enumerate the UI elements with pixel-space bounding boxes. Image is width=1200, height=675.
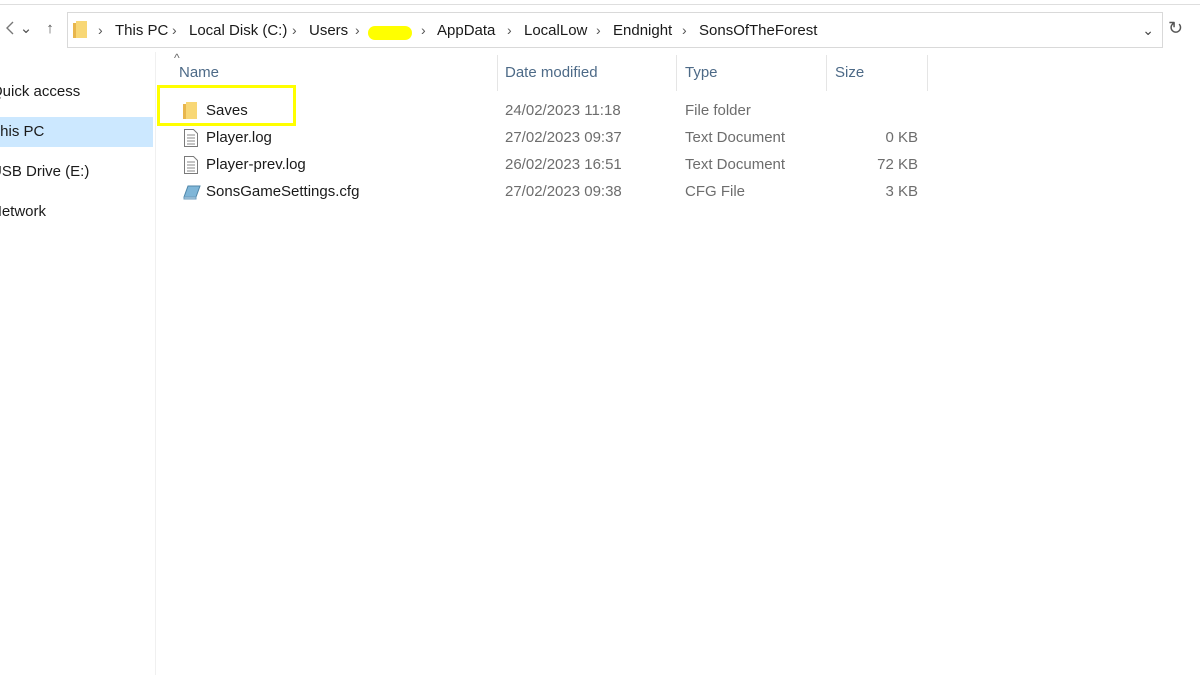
sidebar-item-quick-access[interactable]: Quick access: [0, 77, 153, 107]
breadcrumb-local-disk[interactable]: Local Disk (C:): [189, 22, 287, 39]
file-size: 3 KB: [885, 183, 918, 200]
column-header-date[interactable]: Date modified: [497, 55, 677, 91]
file-name: Player-prev.log: [206, 156, 306, 173]
file-name: Player.log: [206, 129, 272, 146]
breadcrumb-separator: ›: [292, 22, 297, 38]
breadcrumb-separator: ›: [98, 22, 103, 38]
folder-icon: [73, 21, 87, 39]
text-file-icon: [183, 156, 199, 174]
address-dropdown-icon[interactable]: ⌄: [1142, 22, 1154, 39]
file-row-player-prev-log[interactable]: Player-prev.log 26/02/2023 16:51 Text Do…: [155, 151, 930, 178]
file-type: CFG File: [685, 183, 745, 200]
column-header-type[interactable]: Type: [677, 55, 827, 91]
breadcrumb-locallow[interactable]: LocalLow: [524, 22, 587, 39]
breadcrumb-sonsoftheforest[interactable]: SonsOfTheForest: [699, 22, 817, 39]
address-row: ⌄ ↑ › This PC › Local Disk (C:) › Users …: [0, 5, 1200, 52]
chevron-down-icon[interactable]: ⌄: [16, 16, 36, 40]
breadcrumb-separator: ›: [172, 22, 177, 38]
file-date: 24/02/2023 11:18: [505, 102, 621, 119]
sidebar-item-network[interactable]: Network: [0, 197, 153, 227]
breadcrumb-appdata[interactable]: AppData: [437, 22, 495, 39]
file-date: 27/02/2023 09:37: [505, 129, 622, 146]
refresh-icon[interactable]: ↻: [1168, 18, 1183, 39]
file-row-sonsgamesettings-cfg[interactable]: SonsGameSettings.cfg 27/02/2023 09:38 CF…: [155, 178, 930, 205]
column-header-size[interactable]: Size: [827, 55, 928, 91]
breadcrumb-separator: ›: [596, 22, 601, 38]
breadcrumb-this-pc[interactable]: This PC: [115, 22, 168, 39]
redacted-username[interactable]: [368, 26, 412, 40]
highlight-annotation-box: [157, 85, 296, 126]
file-type: Text Document: [685, 156, 786, 173]
breadcrumb-endnight[interactable]: Endnight: [613, 22, 672, 39]
navigation-pane: Quick access This PC USB Drive (E:) Netw…: [0, 52, 156, 675]
file-type: Text Document: [685, 129, 786, 146]
file-date: 27/02/2023 09:38: [505, 183, 622, 200]
sidebar-item-this-pc[interactable]: This PC: [0, 117, 153, 147]
file-size: 0 KB: [885, 129, 918, 146]
breadcrumb-separator: ›: [682, 22, 687, 38]
file-size: 72 KB: [877, 156, 918, 173]
breadcrumb-separator: ›: [355, 22, 360, 38]
up-arrow-icon[interactable]: ↑: [40, 16, 60, 40]
config-file-icon: [183, 183, 201, 201]
file-name: SonsGameSettings.cfg: [206, 183, 360, 200]
file-row-player-log[interactable]: Player.log 27/02/2023 09:37 Text Documen…: [155, 124, 930, 151]
file-date: 26/02/2023 16:51: [505, 156, 622, 173]
breadcrumb-users[interactable]: Users: [309, 22, 348, 39]
sidebar-item-usb-drive[interactable]: USB Drive (E:): [0, 157, 153, 187]
address-bar[interactable]: › This PC › Local Disk (C:) › Users › › …: [67, 12, 1163, 48]
text-file-icon: [183, 129, 199, 147]
breadcrumb-separator: ›: [421, 22, 426, 38]
breadcrumb-separator: ›: [507, 22, 512, 38]
file-type: File folder: [685, 102, 751, 119]
